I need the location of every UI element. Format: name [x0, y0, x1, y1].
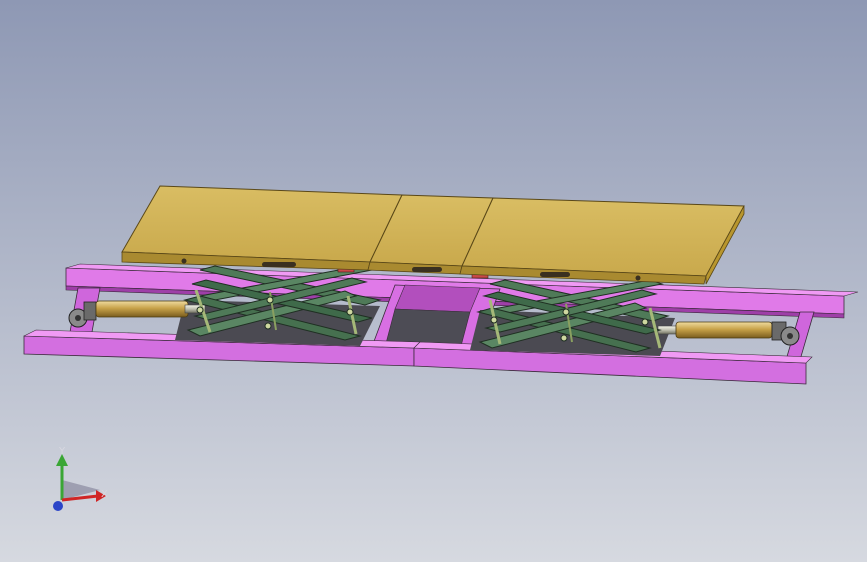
- graphics-viewport[interactable]: Y X: [0, 0, 867, 562]
- x-axis-label: X: [101, 489, 108, 500]
- cad-model-view[interactable]: Y X: [0, 0, 867, 562]
- y-axis-label: Y: [58, 446, 66, 457]
